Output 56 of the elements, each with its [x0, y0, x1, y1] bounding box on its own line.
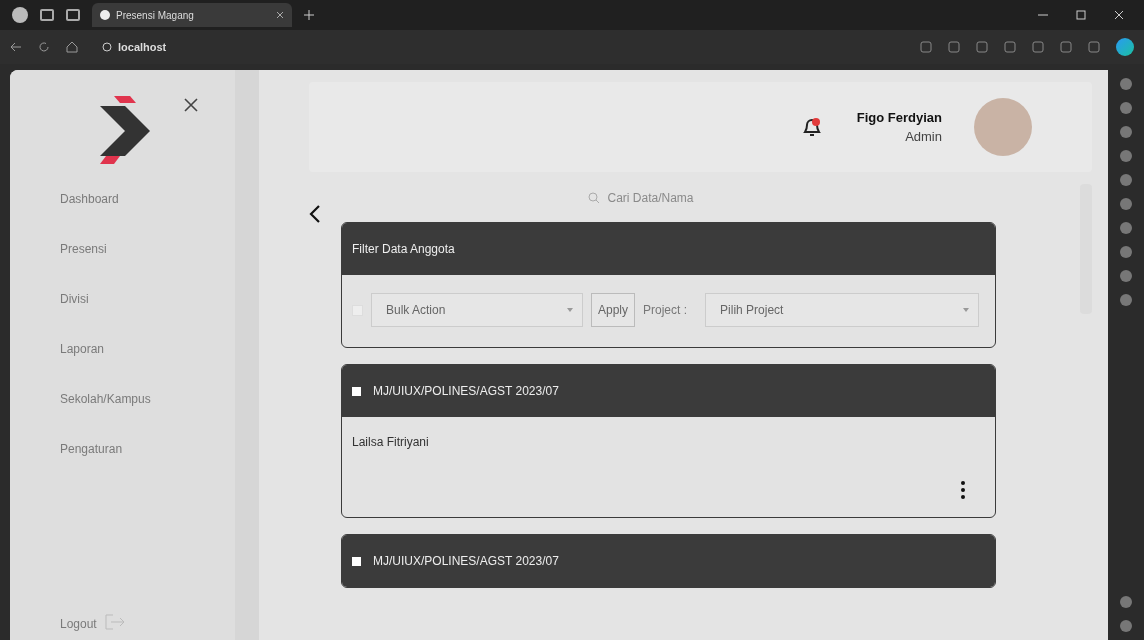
app-icon[interactable]: [1120, 126, 1132, 138]
member-code: MJ/UIUX/POLINES/AGST 2023/07: [373, 384, 559, 398]
logout-link[interactable]: Logout: [60, 617, 97, 631]
app-icon[interactable]: [1120, 222, 1132, 234]
address-bar[interactable]: localhost: [94, 36, 175, 58]
dropdown-caret-icon: [962, 307, 970, 313]
sidebar-item[interactable]: Divisi: [60, 292, 235, 306]
toolbar-icon[interactable]: [1088, 41, 1100, 53]
app-icon[interactable]: [1120, 294, 1132, 306]
app-icon[interactable]: [1120, 270, 1132, 282]
close-tab-icon[interactable]: [276, 11, 284, 19]
filter-title: Filter Data Anggota: [352, 242, 455, 256]
browser-tab[interactable]: Presensi Magang: [92, 3, 292, 27]
search-icon: [587, 192, 600, 204]
toolbar-icon[interactable]: [948, 41, 960, 53]
refresh-icon[interactable]: [38, 41, 50, 53]
search-field[interactable]: Cari Data/Nama: [605, 190, 750, 206]
app-icon[interactable]: [1120, 150, 1132, 162]
back-icon[interactable]: [10, 41, 22, 53]
bulk-action-select[interactable]: Bulk Action: [371, 293, 583, 327]
new-tab-icon[interactable]: [304, 10, 314, 20]
checkbox[interactable]: [352, 556, 361, 566]
user-name: Figo Ferdyian: [856, 110, 942, 125]
sidebar-item[interactable]: Presensi: [60, 242, 235, 256]
toolbar-icon[interactable]: [1060, 41, 1072, 53]
workspaces-icon[interactable]: [40, 9, 54, 21]
apply-button[interactable]: Apply: [591, 293, 636, 327]
member-code: MJ/UIUX/POLINES/AGST 2023/07: [373, 554, 559, 568]
more-options-icon[interactable]: [961, 481, 965, 499]
home-icon[interactable]: [66, 41, 78, 53]
user-role: Admin: [904, 129, 942, 144]
dropdown-caret-icon: [566, 307, 574, 313]
app-icon[interactable]: [1120, 198, 1132, 210]
app-icon[interactable]: [1120, 102, 1132, 114]
sidebar-item[interactable]: Pengaturan: [60, 442, 235, 456]
project-select[interactable]: Pilih Project: [705, 293, 979, 327]
member-name: Lailsa Fitriyani: [352, 435, 429, 451]
app-icon[interactable]: [1120, 78, 1132, 90]
info-icon: [102, 42, 112, 52]
tab-actions-icon[interactable]: [66, 9, 80, 21]
notification-bell-icon[interactable]: [800, 116, 823, 138]
toolbar-icon[interactable]: [976, 41, 988, 53]
profile-icon[interactable]: [12, 7, 28, 23]
sidebar-item[interactable]: Dashboard: [60, 192, 235, 206]
toolbar-icon[interactable]: [1032, 41, 1044, 53]
sidebar-item[interactable]: Laporan: [60, 342, 235, 356]
app-icon[interactable]: [1120, 174, 1132, 186]
toolbar-icon[interactable]: [920, 41, 932, 53]
checkbox[interactable]: [352, 386, 361, 396]
app-icon[interactable]: [1120, 246, 1132, 258]
app-icon[interactable]: [1120, 596, 1132, 608]
sidebar-item[interactable]: Sekolah/Kampus: [60, 392, 235, 406]
toolbar-icon[interactable]: [1004, 41, 1016, 53]
favicon-icon: [100, 10, 110, 20]
close-icon[interactable]: [184, 98, 198, 112]
project-label: Project :: [643, 303, 688, 317]
